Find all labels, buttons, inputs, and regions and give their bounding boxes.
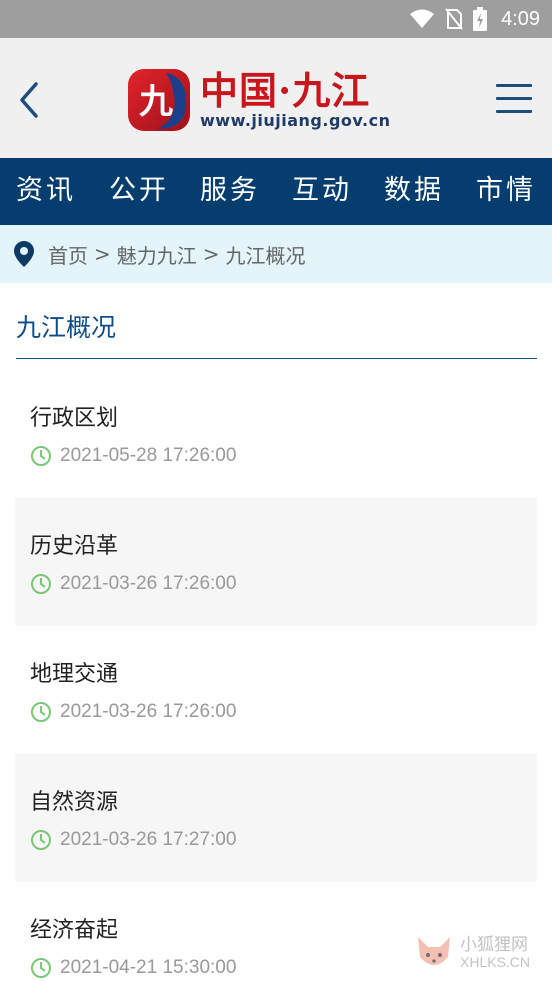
article-date: 2021-04-21 15:30:00 [60, 957, 237, 978]
watermark: 小狐狸网 XHLKS.CN [412, 930, 546, 976]
article-meta: 2021-03-26 17:26:00 [30, 701, 236, 723]
article-date: 2021-03-26 17:26:00 [60, 701, 237, 722]
logo-text: 中国·九江 www.jiujiang.gov.cn [200, 70, 390, 130]
nav-item-interaction[interactable]: 互动 [292, 158, 352, 225]
article-meta: 2021-04-21 15:30:00 [30, 957, 236, 979]
article-date: 2021-03-26 17:26:00 [60, 573, 237, 594]
nav-item-services[interactable]: 服务 [200, 158, 260, 225]
svg-text:九: 九 [139, 82, 173, 122]
article-title: 经济奋起 [30, 918, 119, 943]
logo-url: www.jiujiang.gov.cn [200, 111, 391, 130]
status-bar: 4:09 [0, 0, 552, 38]
list-item[interactable]: 历史沿革 2021-03-26 17:26:00 [15, 498, 537, 626]
article-meta: 2021-03-26 17:27:00 [30, 829, 236, 851]
wifi-icon [410, 9, 435, 28]
clock-icon [31, 702, 51, 722]
clock-icon [31, 830, 51, 850]
article-title: 自然资源 [30, 790, 119, 815]
breadcrumb: 首页 > 魅力九江 > 九江概况 [0, 225, 552, 283]
site-logo[interactable]: 九 中国·九江 www.jiujiang.gov.cn [126, 60, 416, 140]
article-title: 历史沿革 [30, 534, 119, 559]
nav-item-data[interactable]: 数据 [384, 158, 444, 225]
breadcrumb-charm-jiujiang[interactable]: 魅力九江 [117, 240, 197, 269]
jiujiang-emblem-icon: 九 [128, 69, 190, 131]
no-sim-icon [445, 8, 463, 30]
clock-icon [31, 446, 51, 466]
nav-item-city-info[interactable]: 市情 [476, 158, 536, 225]
section-divider [16, 358, 537, 359]
menu-button[interactable] [496, 82, 532, 116]
logo-title: 中国·九江 [200, 68, 371, 113]
nav-item-public[interactable]: 公开 [109, 158, 169, 225]
breadcrumb-trail: 首页 > 魅力九江 > 九江概况 [48, 240, 306, 269]
nav-item-news[interactable]: 资讯 [16, 158, 76, 225]
location-pin-icon [14, 241, 34, 267]
article-title: 地理交通 [30, 662, 119, 687]
breadcrumb-separator: > [94, 242, 111, 266]
article-meta: 2021-03-26 17:26:00 [30, 573, 236, 595]
watermark-cn: 小狐狸网 [460, 934, 528, 955]
back-button[interactable] [14, 80, 44, 120]
article-date: 2021-03-26 17:27:00 [60, 829, 237, 850]
breadcrumb-separator: > [202, 242, 220, 266]
breadcrumb-current: 九江概况 [225, 243, 306, 268]
status-icons: 4:09 [409, 0, 540, 38]
clock-icon [31, 574, 51, 594]
breadcrumb-home[interactable]: 首页 [48, 240, 88, 269]
category-nav: 资讯 公开 服务 互动 数据 市情 [0, 158, 552, 225]
list-item[interactable]: 自然资源 2021-03-26 17:27:00 [15, 754, 537, 882]
watermark-en: XHLKS.CN [460, 953, 531, 970]
chevron-left-icon [20, 82, 38, 118]
article-date: 2021-05-28 17:26:00 [60, 445, 237, 466]
watermark-text: 小狐狸网 XHLKS.CN [460, 934, 531, 970]
clock-icon [31, 958, 51, 978]
app-header: 九 中国·九江 www.jiujiang.gov.cn [0, 38, 552, 158]
list-item[interactable]: 行政区划 2021-05-28 17:26:00 [15, 370, 537, 498]
article-title: 行政区划 [30, 406, 119, 431]
status-time: 4:09 [501, 7, 540, 30]
list-item[interactable]: 地理交通 2021-03-26 17:26:00 [15, 626, 537, 754]
fox-logo-icon [418, 937, 450, 965]
battery-charging-icon [473, 7, 488, 31]
article-meta: 2021-05-28 17:26:00 [30, 445, 236, 467]
article-list: 行政区划 2021-05-28 17:26:00 历史沿革 2021-03-26… [15, 370, 537, 981]
hamburger-menu-icon [496, 84, 532, 87]
section-title: 九江概况 [16, 313, 117, 342]
